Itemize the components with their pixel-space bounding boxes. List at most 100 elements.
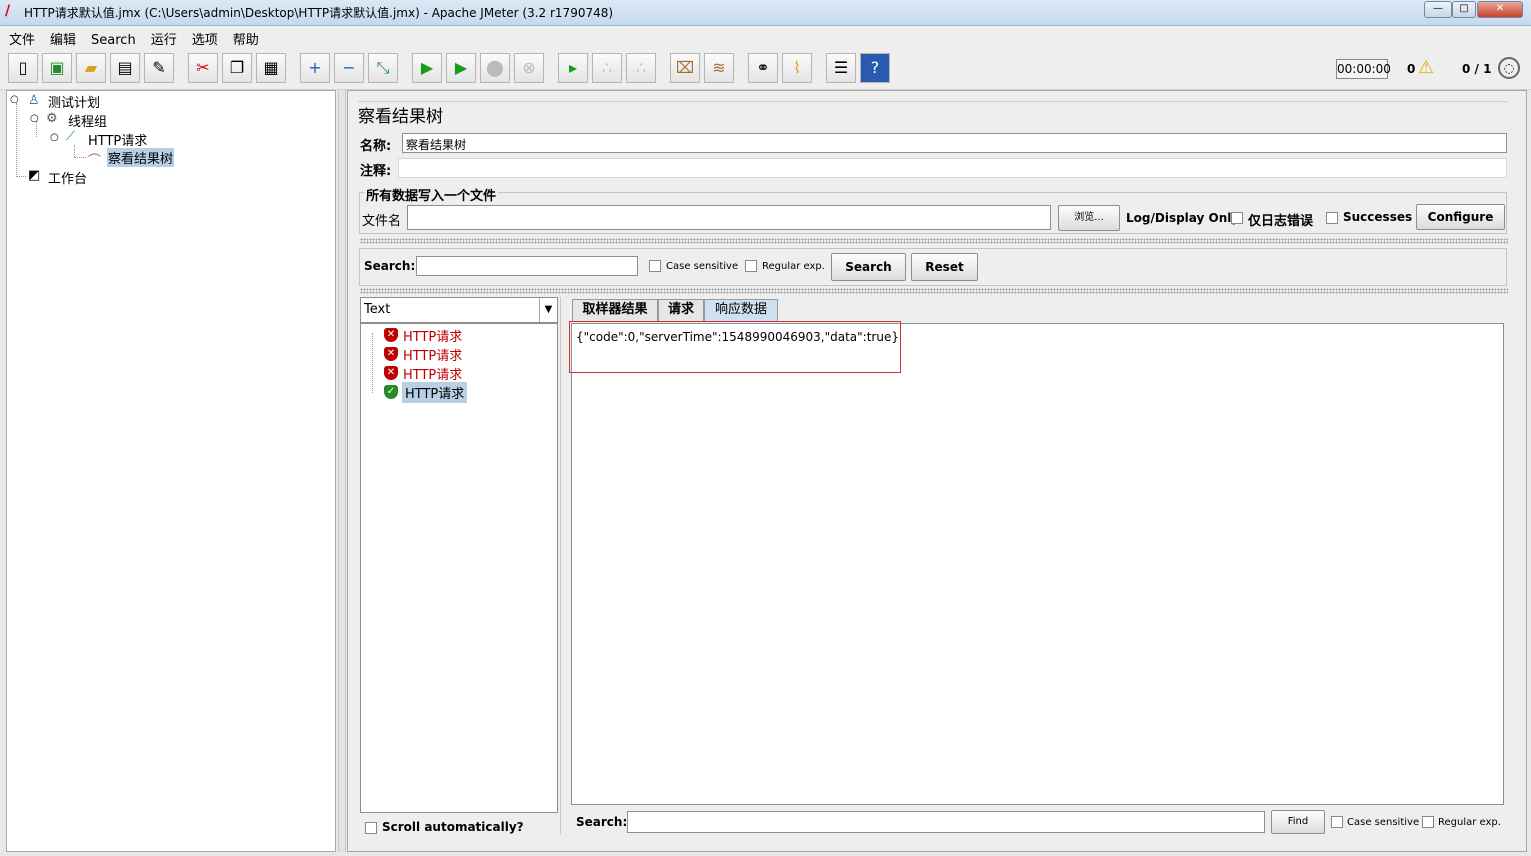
help-icon[interactable]: ?: [860, 53, 890, 83]
tree-line: [16, 103, 17, 175]
response-case-label: Case sensitive: [1347, 817, 1420, 828]
scroll-auto-checkbox[interactable]: [365, 822, 377, 834]
error-shield-icon: ✕: [384, 347, 398, 361]
response-regex-label: Regular exp.: [1438, 817, 1501, 828]
log-display-label: Log/Display Only:: [1126, 211, 1244, 225]
menu-options[interactable]: 选项: [183, 26, 224, 48]
tree-toggle-icon[interactable]: ○: [50, 132, 59, 143]
success-shield-icon: ✓: [384, 385, 398, 399]
errors-only-label: 仅日志错误: [1248, 214, 1314, 229]
response-data-area[interactable]: [571, 323, 1504, 805]
menu-file[interactable]: 文件: [0, 26, 41, 48]
close-button[interactable]: ✕: [1477, 1, 1523, 18]
window-title: HTTP请求默认值.jmx (C:\Users\admin\Desktop\HT…: [24, 6, 614, 20]
comment-field[interactable]: [398, 158, 1507, 178]
search-button[interactable]: Search: [831, 253, 906, 281]
tree-node-view-results-tree[interactable]: 察看结果树: [107, 148, 175, 167]
tree-node-workbench[interactable]: 工作台: [48, 168, 87, 187]
clear-icon[interactable]: ⌧: [670, 53, 700, 83]
thread-group-gear-icon: ⚙: [46, 111, 58, 126]
case-sensitive-label: Case sensitive: [666, 261, 739, 272]
expand-icon[interactable]: +: [300, 53, 330, 83]
toggle-icon[interactable]: ⤡: [368, 53, 398, 83]
collapse-icon[interactable]: −: [334, 53, 364, 83]
warning-icon[interactable]: ⚠: [1418, 57, 1434, 78]
reset-button[interactable]: Reset: [911, 253, 978, 281]
tree-line: [372, 333, 373, 393]
menu-search[interactable]: Search: [82, 30, 142, 48]
renderer-select[interactable]: Text ▼: [360, 297, 558, 323]
response-search-input[interactable]: [627, 811, 1265, 833]
error-shield-icon: ✕: [384, 366, 398, 380]
tree-line: [16, 176, 26, 177]
result-item[interactable]: HTTP请求: [403, 364, 462, 383]
name-field[interactable]: 察看结果树: [402, 133, 1507, 153]
maximize-button[interactable]: □: [1452, 1, 1476, 18]
tab-response-data[interactable]: 响应数据: [704, 299, 778, 321]
remote-stop-icon[interactable]: ∴: [592, 53, 622, 83]
result-item[interactable]: HTTP请求: [403, 326, 462, 345]
clear-all-icon[interactable]: ≋: [704, 53, 734, 83]
listener-graph-icon: ⌒: [88, 154, 102, 169]
save-icon[interactable]: ▤: [110, 53, 140, 83]
find-button[interactable]: Find: [1271, 810, 1325, 834]
remote-start-icon[interactable]: ▸: [558, 53, 588, 83]
copy-icon[interactable]: ❐: [222, 53, 252, 83]
error-shield-icon: ✕: [384, 328, 398, 342]
filename-input[interactable]: [407, 205, 1051, 230]
elapsed-timer: 00:00:00: [1336, 59, 1391, 79]
remote-status-icon: ◌: [1498, 57, 1520, 79]
name-label: 名称:: [360, 139, 392, 154]
tree-node-http-request[interactable]: HTTP请求: [88, 130, 147, 149]
regex-label: Regular exp.: [762, 261, 825, 272]
minimize-button[interactable]: —: [1424, 1, 1452, 18]
menu-help[interactable]: 帮助: [224, 26, 265, 48]
configure-button[interactable]: Configure: [1416, 204, 1505, 230]
toolbar: ▯ ▣ ▰ ▤ ✎ ✂ ❐ ▦ + − ⤡ ▶ ▶ ⬤ ⊗ ▸ ∴ ∴ ⌧ ≋ …: [0, 48, 1531, 90]
successes-label: Successes: [1343, 210, 1413, 224]
result-item[interactable]: HTTP请求: [403, 345, 462, 364]
split-pane-divider[interactable]: [338, 90, 346, 852]
cut-icon[interactable]: ✂: [188, 53, 218, 83]
results-splitter[interactable]: [560, 297, 568, 835]
tree-toggle-icon[interactable]: ○: [30, 113, 39, 124]
highlight-box: [569, 321, 901, 373]
paste-icon[interactable]: ▦: [256, 53, 286, 83]
response-regex-checkbox[interactable]: [1422, 816, 1434, 828]
errors-only-checkbox[interactable]: [1231, 212, 1243, 224]
menu-run[interactable]: 运行: [142, 26, 183, 48]
tree-node-thread-group[interactable]: 线程组: [68, 111, 107, 130]
case-sensitive-checkbox[interactable]: [649, 260, 661, 272]
open-folder-icon[interactable]: ▰: [76, 53, 106, 83]
test-plan-icon: ♙: [28, 93, 40, 108]
regex-checkbox[interactable]: [745, 260, 757, 272]
browse-button[interactable]: 浏览...: [1058, 205, 1120, 231]
search-input[interactable]: [416, 256, 638, 276]
start-no-pause-icon[interactable]: ▶: [446, 53, 476, 83]
successes-checkbox[interactable]: [1326, 212, 1338, 224]
title-bar: / HTTP请求默认值.jmx (C:\Users\admin\Desktop\…: [0, 0, 1531, 26]
tree-node-test-plan[interactable]: 测试计划: [48, 92, 100, 111]
function-helper-icon[interactable]: ☰: [826, 53, 856, 83]
tree-toggle-icon[interactable]: ○: [10, 94, 19, 105]
split-divider[interactable]: [360, 238, 1508, 244]
templates-icon[interactable]: ▣: [42, 53, 72, 83]
start-icon[interactable]: ▶: [412, 53, 442, 83]
response-case-checkbox[interactable]: [1331, 816, 1343, 828]
split-divider[interactable]: [360, 288, 1508, 294]
remote-shutdown-icon[interactable]: ∴: [626, 53, 656, 83]
warning-count: 0: [1407, 62, 1416, 76]
menu-edit[interactable]: 编辑: [41, 26, 82, 48]
stop-icon[interactable]: ⬤: [480, 53, 510, 83]
chevron-down-icon[interactable]: ▼: [539, 298, 557, 322]
tab-request[interactable]: 请求: [658, 299, 704, 321]
binoculars-search-icon[interactable]: ⚭: [748, 53, 778, 83]
reset-search-broom-icon[interactable]: ⌇: [782, 53, 812, 83]
tab-sampler-result[interactable]: 取样器结果: [572, 299, 658, 321]
search-label: Search:: [364, 259, 416, 273]
new-icon[interactable]: ▯: [8, 53, 38, 83]
save-as-icon[interactable]: ✎: [144, 53, 174, 83]
result-item-selected[interactable]: HTTP请求: [402, 382, 468, 403]
test-plan-tree: [6, 90, 336, 852]
shutdown-icon[interactable]: ⊗: [514, 53, 544, 83]
